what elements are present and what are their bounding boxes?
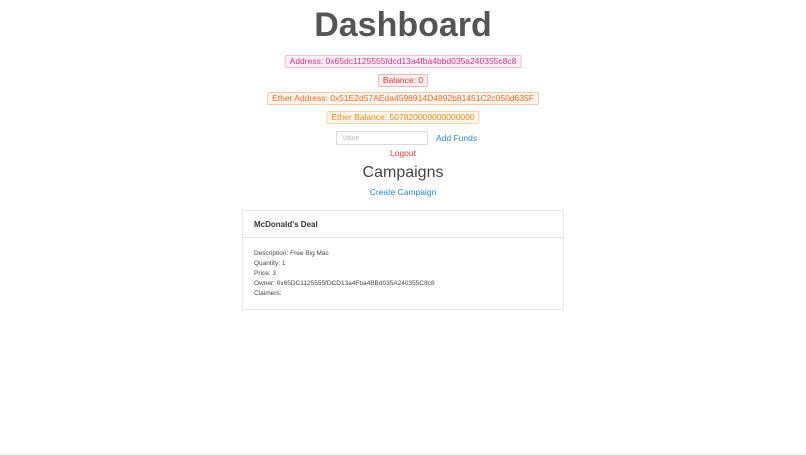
balance-badge: Balance: 0 bbox=[377, 74, 429, 87]
campaign-details: Description: Free Big Mac Quantity: 1 Pr… bbox=[243, 238, 563, 299]
campaign-owner: Owner: 0x65DC1125555fDCD13a4Fba4BBd035A2… bbox=[254, 280, 435, 287]
campaigns-heading: Campaigns bbox=[362, 164, 444, 181]
logout-link[interactable]: Logout bbox=[0, 148, 806, 159]
add-funds-button[interactable]: Add Funds bbox=[436, 133, 477, 143]
page-title: Dashboard bbox=[314, 6, 492, 44]
ether-balance-badge: Ether Balance: 507820000000000000 bbox=[326, 111, 480, 124]
create-campaign-link[interactable]: Create Campaign bbox=[0, 187, 806, 198]
campaign-title: McDonald's Deal bbox=[243, 211, 563, 238]
campaign-claimers: Claimers: bbox=[254, 290, 282, 297]
add-funds-row: Add Funds bbox=[336, 131, 477, 145]
campaign-card: McDonald's Deal Description: Free Big Ma… bbox=[242, 210, 564, 310]
ether-address-badge: Ether Address: 0x51E2d57AEda4598914D4892… bbox=[267, 92, 539, 105]
dashboard-page: Dashboard Address: 0x65dc1125555fdcd13a4… bbox=[0, 0, 806, 455]
value-input[interactable] bbox=[336, 131, 428, 145]
campaign-price: Price: 3 bbox=[254, 270, 277, 277]
address-badge: Address: 0x65dc1125555fdcd13a4fba4bbd035… bbox=[284, 55, 522, 68]
campaign-quantity: Quantity: 1 bbox=[254, 260, 286, 267]
campaign-description: Description: Free Big Mac bbox=[254, 250, 329, 257]
